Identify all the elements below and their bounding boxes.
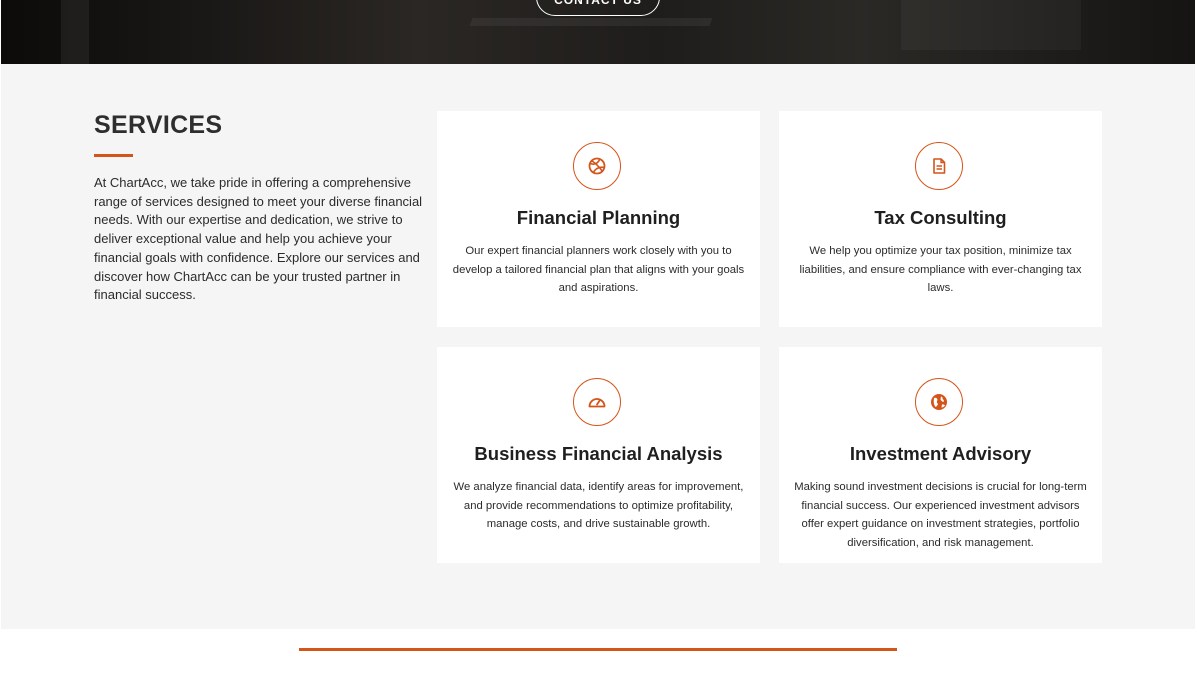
- services-intro: SERVICES At ChartAcc, we take pride in o…: [94, 111, 424, 305]
- basketball-icon: [573, 142, 621, 190]
- document-icon: [915, 142, 963, 190]
- page: CONTACT US SERVICES At ChartAcc, we take…: [0, 0, 1198, 688]
- service-card-tax-consulting[interactable]: Tax Consulting We help you optimize your…: [779, 111, 1102, 327]
- services-section: SERVICES At ChartAcc, we take pride in o…: [1, 64, 1195, 629]
- service-card-financial-planning[interactable]: Financial Planning Our expert financial …: [437, 111, 760, 327]
- service-card-investment-advisory[interactable]: Investment Advisory Making sound investm…: [779, 347, 1102, 563]
- hero-background-shape: [61, 0, 89, 64]
- hero-background-shape: [901, 0, 1081, 50]
- service-card-title: Business Financial Analysis: [474, 443, 723, 464]
- services-intro-text: At ChartAcc, we take pride in offering a…: [94, 175, 423, 303]
- section-divider: [299, 648, 897, 651]
- service-card-business-financial-analysis[interactable]: Business Financial Analysis We analyze f…: [437, 347, 760, 563]
- services-title: SERVICES: [94, 111, 223, 139]
- service-card-text: Making sound investment decisions is cru…: [794, 481, 1087, 549]
- hero-banner: CONTACT US: [1, 0, 1195, 64]
- service-card-text: Our expert financial planners work close…: [452, 245, 745, 295]
- service-card-title: Tax Consulting: [874, 207, 1007, 228]
- service-card-text: We help you optimize your tax position, …: [799, 245, 1082, 295]
- hero-background-shape: [469, 18, 713, 26]
- contact-us-button[interactable]: CONTACT US: [536, 0, 660, 16]
- gauge-icon: [573, 378, 621, 426]
- service-card-text: We analyze financial data, identify area…: [453, 481, 744, 531]
- title-underline: [94, 154, 133, 157]
- service-card-title: Investment Advisory: [849, 443, 1032, 464]
- service-card-title: Financial Planning: [516, 207, 681, 228]
- globe-icon: [915, 378, 963, 426]
